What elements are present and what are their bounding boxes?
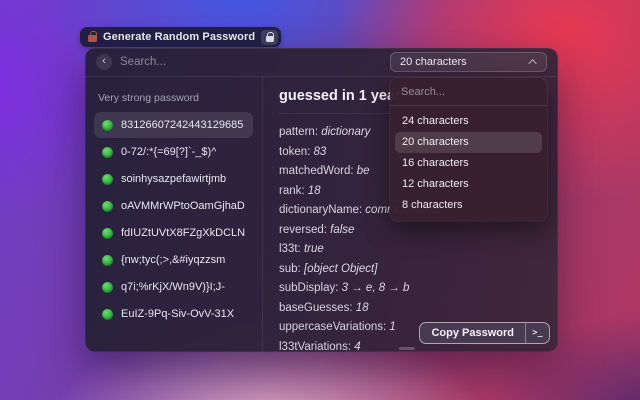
app-lock-icon xyxy=(88,35,97,42)
detail-row: baseGuesses18 xyxy=(279,299,542,319)
password-text: 83126607242443129685 xyxy=(121,119,243,131)
detail-row: reversedfalse xyxy=(279,221,542,241)
password-list-item[interactable]: 0-72/:*{=69[?]`-_$)^ xyxy=(94,139,253,165)
password-text: soinhysazpefawirtjmb xyxy=(121,173,226,185)
dropdown-search-input[interactable]: Search... xyxy=(390,78,547,106)
lock-badge-button[interactable] xyxy=(261,30,278,45)
strength-dot-icon xyxy=(102,120,113,131)
password-list-item[interactable]: oAVMMrWPtoOamGjhaDAx xyxy=(94,193,253,219)
password-list-item[interactable]: soinhysazpefawirtjmb xyxy=(94,166,253,192)
terminal-prompt-icon: >_ xyxy=(532,328,542,338)
dropdown-option[interactable]: 24 characters xyxy=(395,111,542,132)
lock-icon xyxy=(266,36,274,42)
password-text: oAVMMrWPtoOamGjhaDAx xyxy=(121,200,245,212)
password-text: {nw;tyc(;>,&#iyqzzsm xyxy=(121,254,225,266)
password-generator-window: ‹ Search... 20 characters Very strong pa… xyxy=(85,48,558,352)
back-button[interactable]: ‹ xyxy=(96,54,112,70)
dropdown-option[interactable]: 12 characters xyxy=(395,174,542,195)
window-title-pill[interactable]: Generate Random Password xyxy=(80,27,281,47)
toolbar: ‹ Search... 20 characters xyxy=(85,48,558,77)
dropdown-options: 24 characters 20 characters 16 character… xyxy=(390,106,547,216)
detail-row: l33ttrue xyxy=(279,240,542,260)
dropdown-option[interactable]: 8 characters xyxy=(395,195,542,216)
strength-dot-icon xyxy=(102,282,113,293)
password-text: fdIUZtUVtX8FZgXkDCLN xyxy=(121,227,245,239)
length-select[interactable]: 20 characters xyxy=(390,52,547,72)
dropdown-option-selected[interactable]: 20 characters xyxy=(395,132,542,153)
password-list-item[interactable]: q7i;%rKjX/Wn9V)}I;J- xyxy=(94,274,253,300)
search-input[interactable]: Search... xyxy=(120,56,382,68)
terminal-button[interactable]: >_ xyxy=(525,323,549,343)
strength-dot-icon xyxy=(102,201,113,212)
password-list-item[interactable]: {nw;tyc(;>,&#iyqzzsm xyxy=(94,247,253,273)
copy-password-button[interactable]: Copy Password xyxy=(420,323,525,343)
password-sidebar: Very strong password 8312660724244312968… xyxy=(85,77,263,352)
scrollbar[interactable] xyxy=(399,347,415,350)
password-text: 0-72/:*{=69[?]`-_$)^ xyxy=(121,146,216,158)
password-list-item[interactable]: fdIUZtUVtX8FZgXkDCLN xyxy=(94,220,253,246)
password-list-item[interactable]: 83126607242443129685 xyxy=(94,112,253,138)
password-text: q7i;%rKjX/Wn9V)}I;J- xyxy=(121,281,225,293)
detail-row: subDisplay3 → e, 8 → b xyxy=(279,279,542,299)
window-title: Generate Random Password xyxy=(103,31,255,43)
detail-row: sub[object Object] xyxy=(279,260,542,280)
strength-dot-icon xyxy=(102,174,113,185)
strength-dot-icon xyxy=(102,228,113,239)
strength-dot-icon xyxy=(102,309,113,320)
strength-dot-icon xyxy=(102,255,113,266)
length-dropdown-menu: Search... 24 characters 20 characters 16… xyxy=(390,78,547,221)
dropdown-option[interactable]: 16 characters xyxy=(395,153,542,174)
strength-label: Very strong password xyxy=(98,92,249,104)
length-select-value: 20 characters xyxy=(400,56,467,68)
strength-dot-icon xyxy=(102,147,113,158)
footer-actions: Copy Password >_ xyxy=(419,322,550,344)
password-text: EuIZ-9Pq-Siv-OvV-31X xyxy=(121,308,234,320)
password-list-item[interactable]: EuIZ-9Pq-Siv-OvV-31X xyxy=(94,301,253,327)
chevron-up-icon xyxy=(528,59,536,67)
